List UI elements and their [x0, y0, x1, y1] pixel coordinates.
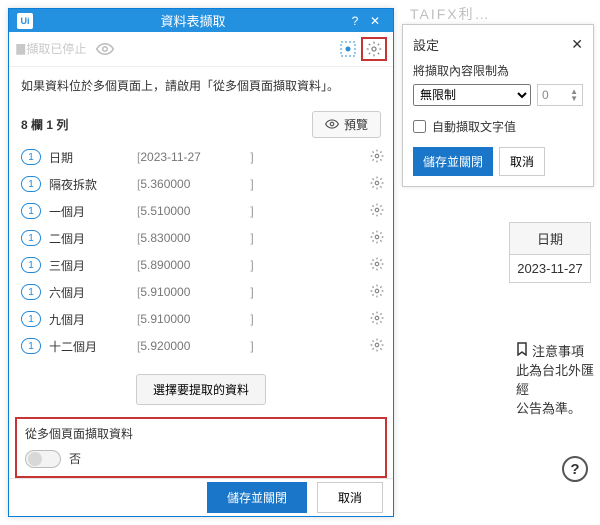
- notice-line1: 此為台北外匯經: [516, 362, 598, 400]
- row-index: 1: [21, 257, 41, 273]
- column-name: 九個月: [49, 311, 137, 328]
- cancel-button[interactable]: 取消: [317, 482, 383, 513]
- target-icon[interactable]: [335, 37, 361, 61]
- pause-icon: ▮▮: [15, 40, 22, 57]
- gear-icon[interactable]: [367, 203, 387, 220]
- bg-title: TAIFX利…: [410, 4, 491, 24]
- capture-status-text: 擷取已停止: [26, 40, 86, 57]
- row-index: 1: [21, 149, 41, 165]
- row-index: 1: [21, 311, 41, 327]
- date-table: 日期 2023-11-27: [509, 222, 591, 283]
- date-header: 日期: [510, 223, 590, 255]
- column-name: 隔夜拆款: [49, 176, 137, 193]
- eye-icon: [325, 118, 339, 130]
- save-button[interactable]: 儲存並關閉: [207, 482, 307, 513]
- column-value: 5.910000: [140, 312, 250, 326]
- gear-icon[interactable]: [367, 149, 387, 166]
- column-value: 5.510000: [140, 204, 250, 218]
- settings-save-button[interactable]: 儲存並關閉: [413, 147, 493, 176]
- column-value: 5.890000: [140, 258, 250, 272]
- limit-select[interactable]: 無限制: [413, 84, 531, 106]
- table-row: 1九個月[5.910000]: [21, 306, 387, 333]
- titlebar: Ui 資料表擷取 ? ✕: [9, 9, 393, 32]
- settings-cancel-button[interactable]: 取消: [499, 147, 545, 176]
- app-logo: Ui: [17, 13, 33, 29]
- table-row: 1一個月[5.510000]: [21, 198, 387, 225]
- row-index: 1: [21, 203, 41, 219]
- help-icon[interactable]: ?: [345, 14, 365, 28]
- row-index: 1: [21, 338, 41, 354]
- multi-page-label: 從多個頁面擷取資料: [25, 425, 377, 442]
- row-count: 8 欄 1 列: [21, 116, 312, 133]
- multi-page-section: 從多個頁面擷取資料 否: [15, 417, 387, 478]
- row-index: 1: [21, 230, 41, 246]
- column-list: 1日期[2023-11-27]1隔夜拆款[5.360000]1一個月[5.510…: [9, 144, 393, 360]
- column-value: 5.920000: [140, 339, 250, 353]
- close-icon[interactable]: ✕: [365, 14, 385, 28]
- limit-number-value: 0: [542, 88, 549, 102]
- select-data-button[interactable]: 選擇要提取的資料: [136, 374, 266, 405]
- dialog-footer: 儲存並關閉 取消: [9, 478, 393, 516]
- preview-label: 預覽: [344, 116, 368, 133]
- column-name: 日期: [49, 149, 137, 166]
- table-row: 1六個月[5.910000]: [21, 279, 387, 306]
- limit-number[interactable]: 0 ▲▼: [537, 84, 583, 106]
- dialog-title: 資料表擷取: [41, 11, 345, 30]
- settings-panel: 設定 ✕ 將擷取內容限制為 無限制 0 ▲▼ 自動擷取文字值 儲存並關閉 取消: [402, 24, 594, 187]
- date-value: 2023-11-27: [510, 255, 590, 282]
- gear-icon[interactable]: [367, 230, 387, 247]
- settings-icon[interactable]: [361, 37, 387, 61]
- table-row: 1隔夜拆款[5.360000]: [21, 171, 387, 198]
- multi-page-value: 否: [69, 450, 81, 467]
- notice-title: 注意事項: [532, 343, 584, 362]
- bookmark-icon: [516, 342, 528, 362]
- column-name: 一個月: [49, 203, 137, 220]
- spinner-icon: ▲▼: [570, 88, 578, 102]
- table-row: 1十二個月[5.920000]: [21, 333, 387, 360]
- column-name: 十二個月: [49, 338, 137, 355]
- column-value: 5.360000: [140, 177, 250, 191]
- settings-title: 設定: [413, 35, 571, 54]
- row-index: 1: [21, 176, 41, 192]
- gear-icon[interactable]: [367, 311, 387, 328]
- column-name: 六個月: [49, 284, 137, 301]
- settings-close-icon[interactable]: ✕: [571, 36, 583, 53]
- preview-button[interactable]: 預覽: [312, 111, 381, 138]
- toolbar: ▮▮ 擷取已停止: [9, 32, 393, 67]
- notice-line2: 公告為準。: [516, 400, 598, 419]
- table-row: 1二個月[5.830000]: [21, 225, 387, 252]
- capture-status: ▮▮ 擷取已停止: [15, 40, 86, 57]
- multi-page-toggle[interactable]: [25, 450, 61, 468]
- auto-text-checkbox[interactable]: [413, 120, 426, 133]
- notice-box: 注意事項 此為台北外匯經 公告為準。: [516, 342, 598, 418]
- column-value: 2023-11-27: [140, 150, 250, 164]
- column-name: 二個月: [49, 230, 137, 247]
- hint-text: 如果資料位於多個頁面上，請啟用「從多個頁面擷取資料」。: [9, 67, 393, 105]
- row-index: 1: [21, 284, 41, 300]
- table-row: 1日期[2023-11-27]: [21, 144, 387, 171]
- column-value: 5.830000: [140, 231, 250, 245]
- limit-label: 將擷取內容限制為: [413, 62, 583, 79]
- gear-icon[interactable]: [367, 176, 387, 193]
- auto-text-label: 自動擷取文字值: [432, 118, 516, 135]
- gear-icon[interactable]: [367, 338, 387, 355]
- gear-icon[interactable]: [367, 284, 387, 301]
- table-row: 1三個月[5.890000]: [21, 252, 387, 279]
- extract-dialog: Ui 資料表擷取 ? ✕ ▮▮ 擷取已停止 如果資料位於多個頁面上，請啟用「從多…: [8, 8, 394, 517]
- help-button[interactable]: ?: [562, 456, 588, 482]
- column-value: 5.910000: [140, 285, 250, 299]
- gear-icon[interactable]: [367, 257, 387, 274]
- eye-icon[interactable]: [92, 38, 118, 60]
- column-name: 三個月: [49, 257, 137, 274]
- list-header: 8 欄 1 列 預覽: [9, 105, 393, 144]
